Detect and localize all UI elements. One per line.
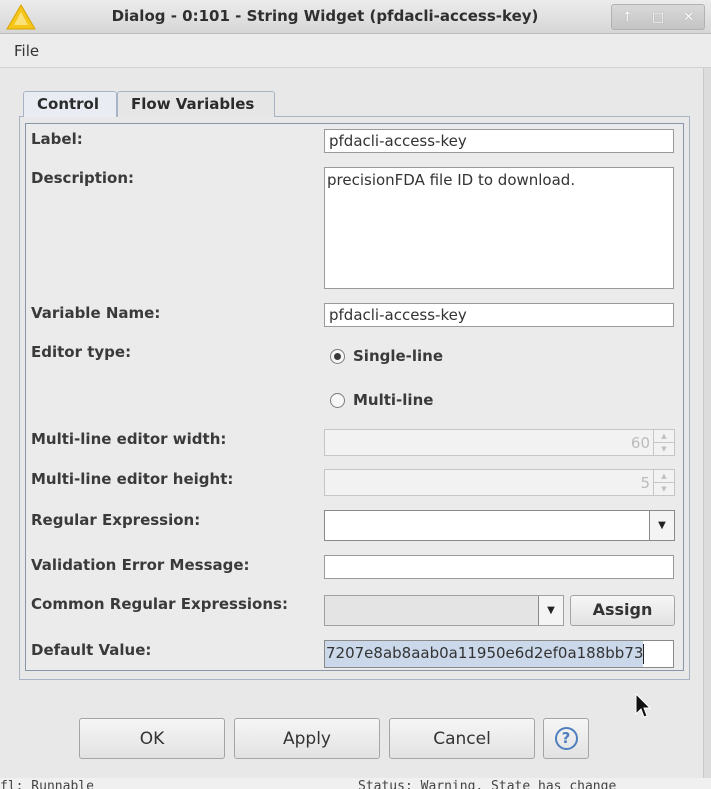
pin-icon[interactable]: ↑ — [615, 10, 639, 25]
help-icon: ? — [554, 727, 578, 750]
editor-type-caption: Editor type: — [31, 343, 132, 361]
title-bar: Dialog - 0:101 - String Widget (pfdacli-… — [0, 0, 711, 34]
label-input[interactable]: pfdacli-access-key — [324, 129, 674, 153]
menu-file[interactable]: File — [14, 42, 39, 60]
spinner-down-icon: ▼ — [654, 442, 674, 455]
apply-button[interactable]: Apply — [234, 718, 380, 759]
validation-error-input[interactable] — [324, 555, 674, 579]
chevron-down-icon[interactable]: ▼ — [538, 596, 563, 625]
spinner-down-icon: ▼ — [654, 482, 674, 495]
status-strip: fl: Runnable Status: Warning. State has … — [0, 778, 711, 789]
tab-control[interactable]: Control — [23, 91, 117, 117]
regex-combobox[interactable]: ▼ — [324, 510, 675, 541]
menu-bar: File — [0, 34, 711, 68]
radio-multi-line-label: Multi-line — [353, 391, 434, 409]
window-controls: ↑ □ ✕ — [611, 4, 705, 30]
multiline-width-caption: Multi-line editor width: — [31, 430, 227, 448]
background-window-edge — [703, 68, 711, 778]
radio-single-line[interactable]: Single-line — [330, 347, 443, 365]
radio-multi-line[interactable]: Multi-line — [330, 391, 433, 409]
default-value-input[interactable]: 7207e8ab8aab0a11950e6d2ef0a188bb73 — [324, 640, 674, 668]
maximize-icon[interactable]: □ — [646, 10, 670, 25]
help-button[interactable]: ? — [543, 718, 589, 759]
multiline-width-value: 60 — [630, 434, 650, 452]
description-textarea[interactable]: precisionFDA file ID to download. — [324, 167, 674, 289]
common-regex-caption: Common Regular Expressions: — [31, 595, 288, 613]
spinner-up-icon: ▲ — [661, 472, 667, 480]
regex-caption: Regular Expression: — [31, 511, 201, 529]
radio-unselected-icon — [330, 392, 345, 408]
tab-flow-variables[interactable]: Flow Variables — [117, 91, 275, 117]
mouse-cursor-icon — [635, 693, 652, 718]
variable-name-input[interactable]: pfdacli-access-key — [324, 303, 674, 327]
chevron-down-icon[interactable]: ▼ — [649, 511, 674, 540]
cancel-button[interactable]: Cancel — [389, 718, 535, 759]
status-right: Status: Warning. State has change — [358, 779, 617, 789]
validation-error-caption: Validation Error Message: — [31, 556, 250, 574]
multiline-height-caption: Multi-line editor height: — [31, 470, 234, 488]
label-caption: Label: — [31, 130, 83, 148]
default-value-text: 7207e8ab8aab0a11950e6d2ef0a188bb73 — [325, 641, 644, 667]
multiline-width-spinner: 60 ▲ ▼ — [324, 429, 675, 456]
description-caption: Description: — [31, 169, 135, 187]
window-title: Dialog - 0:101 - String Widget (pfdacli-… — [111, 7, 539, 25]
text-caret — [643, 643, 645, 664]
radio-selected-icon — [330, 348, 345, 364]
spinner-up-icon: ▲ — [661, 432, 667, 440]
ok-button[interactable]: OK — [79, 718, 225, 759]
assign-button[interactable]: Assign — [570, 595, 675, 626]
variable-name-caption: Variable Name: — [31, 304, 161, 322]
spinner-arrows: ▲ ▼ — [653, 470, 674, 495]
spinner-arrows: ▲ ▼ — [653, 430, 674, 455]
status-left: fl: Runnable — [0, 779, 94, 789]
multiline-height-value: 5 — [640, 474, 650, 492]
close-icon[interactable]: ✕ — [677, 10, 701, 25]
common-regex-combobox[interactable]: ▼ — [324, 595, 564, 626]
default-value-caption: Default Value: — [31, 641, 152, 659]
radio-single-line-label: Single-line — [353, 347, 444, 365]
multiline-height-spinner: 5 ▲ ▼ — [324, 469, 675, 496]
